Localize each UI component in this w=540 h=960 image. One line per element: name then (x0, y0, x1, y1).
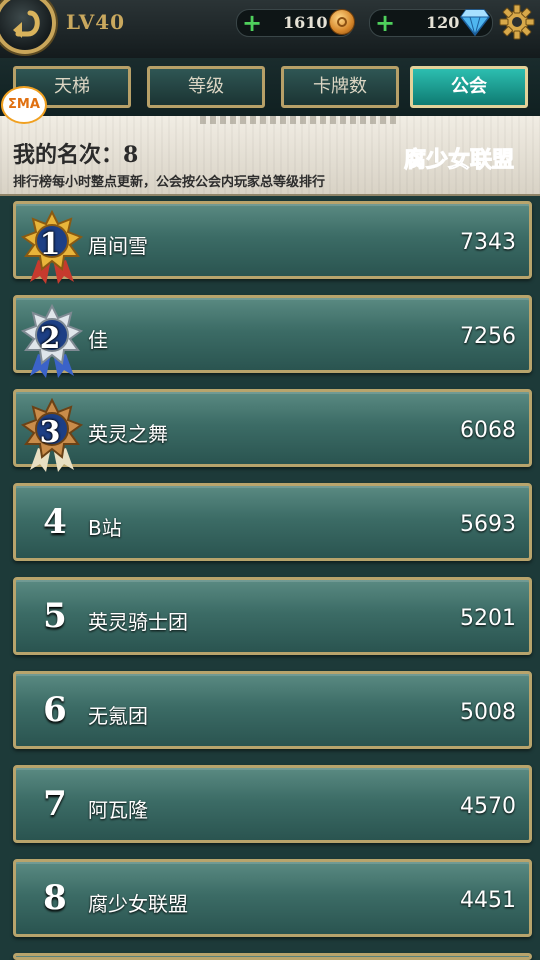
guild-name: 英灵骑士团 (88, 610, 188, 634)
rank-number: 2 (39, 321, 61, 356)
ranking-row[interactable]: 4 B站 5693 (13, 483, 532, 561)
guild-name: 腐少女联盟 (88, 892, 188, 916)
tab-card-count[interactable]: 卡牌数 (281, 66, 399, 108)
guild-name: 无氪团 (88, 704, 148, 728)
guild-name: 眉间雪 (88, 234, 148, 258)
rank-number: 8 (43, 878, 67, 918)
add-gold-button[interactable]: + (241, 11, 263, 35)
gold-pill: + 1610 (236, 9, 355, 37)
ranking-row[interactable]: 7 阿瓦隆 4570 (13, 765, 532, 843)
back-arrow-icon (13, 10, 40, 38)
gem-pill: + 120 (369, 9, 493, 37)
ranking-row-partial[interactable] (13, 953, 532, 960)
rank-number: 4 (43, 502, 67, 542)
bronze-medal-icon: 3 (20, 397, 84, 474)
guild-name: B站 (88, 516, 122, 540)
tab-guild[interactable]: 公会 (410, 66, 528, 108)
ranking-row[interactable]: 1 眉间雪 7343 (13, 201, 532, 284)
ranking-row[interactable]: 3 英灵之舞 6068 (13, 389, 532, 472)
rank-number: 1 (39, 227, 61, 262)
add-gems-button[interactable]: + (374, 11, 396, 35)
rank-number: 7 (43, 784, 67, 824)
guild-score: 5693 (460, 512, 516, 537)
guild-score: 5201 (460, 606, 516, 631)
sma-logo: ΣMA (1, 86, 47, 124)
guild-score: 7343 (460, 230, 516, 255)
ranking-row[interactable]: 5 英灵骑士团 5201 (13, 577, 532, 655)
silver-medal-icon: 2 (20, 303, 84, 380)
guild-name: 英灵之舞 (88, 422, 168, 446)
guild-score: 4451 (460, 888, 516, 913)
coin-icon (329, 9, 355, 35)
player-level: LV40 (66, 10, 126, 34)
ranking-note: 排行榜每小时整点更新，公会按公会内玩家总等级排行 (13, 175, 326, 190)
gold-medal-icon: 1 (20, 209, 84, 286)
ranking-row[interactable]: 6 无氪团 5008 (13, 671, 532, 749)
ranking-row[interactable]: 8 腐少女联盟 4451 (13, 859, 532, 937)
guild-score: 4570 (460, 794, 516, 819)
gems-value: 120 (426, 13, 460, 32)
rank-number: 3 (39, 415, 61, 450)
my-guild-name: 腐少女联盟 (403, 148, 514, 174)
guild-score: 6068 (460, 418, 516, 443)
guild-name: 阿瓦隆 (88, 798, 148, 822)
ranking-row[interactable]: 2 佳 7256 (13, 295, 532, 378)
diamond-icon (460, 9, 490, 36)
banner-ornament (200, 116, 400, 124)
guild-score: 5008 (460, 700, 516, 725)
guild-name: 佳 (88, 328, 108, 352)
my-rank: 我的名次：8 (13, 142, 139, 168)
gold-value: 1610 (283, 13, 328, 32)
gear-icon[interactable] (499, 4, 535, 40)
rank-number: 6 (43, 690, 67, 730)
guild-score: 7256 (460, 324, 516, 349)
rank-number: 5 (43, 596, 67, 636)
tab-level[interactable]: 等级 (147, 66, 265, 108)
